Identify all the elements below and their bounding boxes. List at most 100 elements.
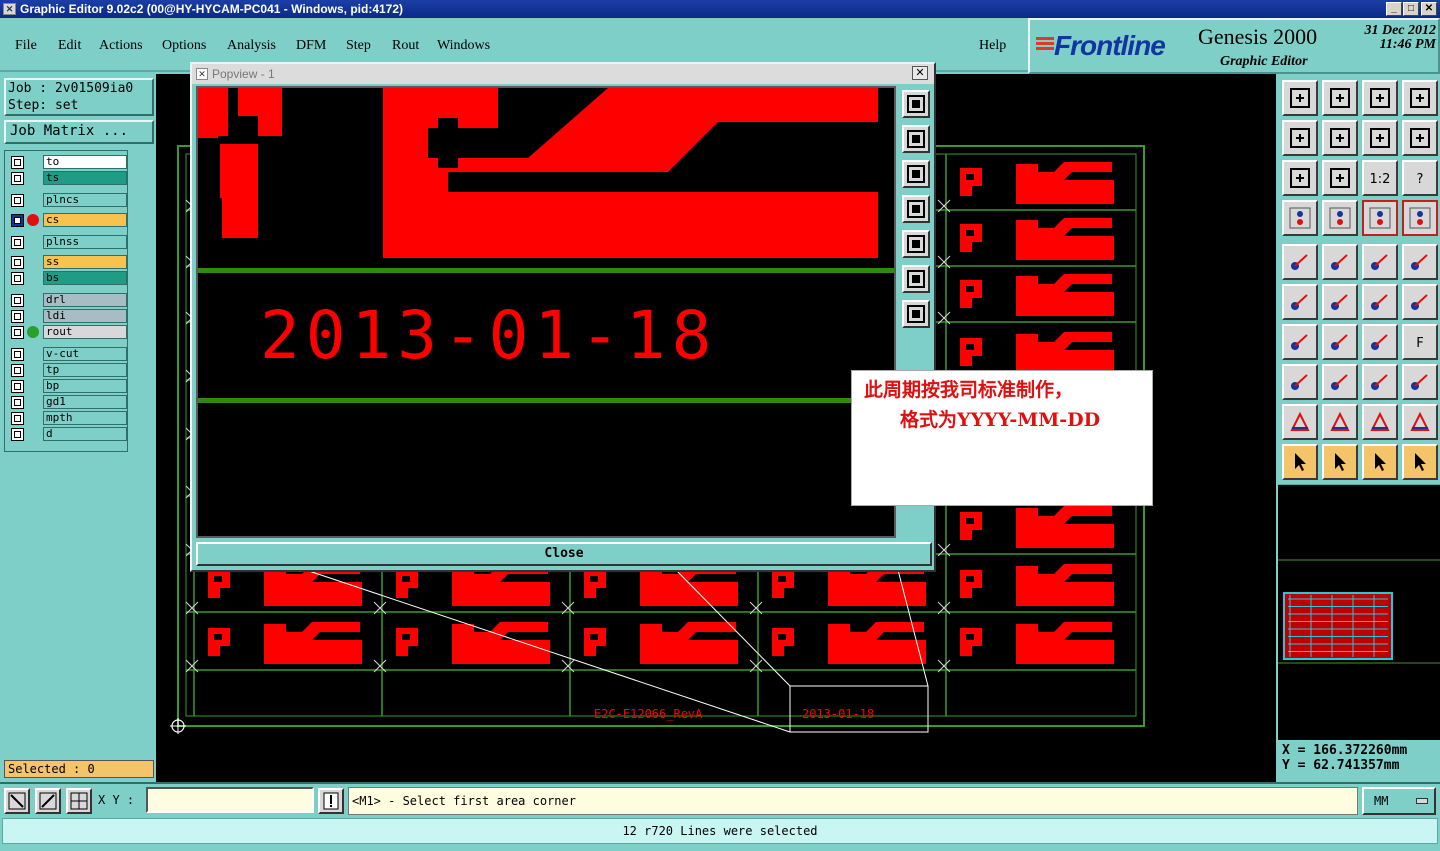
layer-checkbox[interactable] bbox=[11, 194, 24, 207]
measure-icon[interactable] bbox=[1362, 364, 1398, 400]
snap-corner-icon[interactable] bbox=[4, 788, 30, 814]
bar-icon[interactable] bbox=[1322, 364, 1358, 400]
line-add-icon[interactable] bbox=[1362, 284, 1398, 320]
layer-name[interactable]: drl bbox=[43, 293, 127, 307]
layer-row-cs[interactable]: cs bbox=[9, 213, 127, 227]
layer-checkbox[interactable] bbox=[11, 348, 24, 361]
layer-row-plncs[interactable]: plncs bbox=[9, 193, 127, 207]
layer-name[interactable]: v-cut bbox=[43, 347, 127, 361]
expand-icon[interactable] bbox=[902, 265, 930, 293]
window-icon[interactable] bbox=[1402, 80, 1438, 116]
layer-name[interactable]: ts bbox=[43, 171, 127, 185]
menu-analysis[interactable]: Analysis bbox=[227, 38, 276, 54]
layer-row-bs[interactable]: bs bbox=[9, 271, 127, 285]
scroll-icon[interactable] bbox=[1402, 120, 1438, 156]
layer-checkbox[interactable] bbox=[11, 214, 24, 227]
layer-row-ss[interactable]: ss bbox=[9, 255, 127, 269]
menu-file[interactable]: File bbox=[15, 38, 37, 54]
menu-edit[interactable]: Edit bbox=[58, 38, 81, 54]
layer-row-to[interactable]: to bbox=[9, 155, 127, 169]
exclamation-icon[interactable] bbox=[318, 788, 344, 814]
pointer-box-icon[interactable] bbox=[1322, 444, 1358, 480]
circle-icon[interactable] bbox=[1402, 244, 1438, 280]
close-window-button[interactable]: ✕ bbox=[1421, 2, 1437, 16]
layer-name[interactable]: plnss bbox=[43, 235, 127, 249]
menu-options[interactable]: Options bbox=[162, 38, 206, 54]
menu-windows[interactable]: Windows bbox=[437, 38, 490, 54]
maximize-button[interactable]: □ bbox=[1403, 2, 1419, 16]
multi-pad-icon[interactable] bbox=[1402, 364, 1438, 400]
layer-row-ldi[interactable]: ldi bbox=[9, 309, 127, 323]
settings-icon[interactable] bbox=[1282, 200, 1318, 236]
up-arrow-icon[interactable] bbox=[902, 125, 930, 153]
layer-name[interactable]: ldi bbox=[43, 309, 127, 323]
tri-2-icon[interactable] bbox=[1322, 404, 1358, 440]
left-arrow-icon[interactable] bbox=[902, 195, 930, 223]
grid-icon[interactable] bbox=[1322, 200, 1358, 236]
angle-icon[interactable] bbox=[1282, 324, 1318, 360]
pointer-select-icon[interactable] bbox=[1362, 444, 1398, 480]
layer-name[interactable]: gd1 bbox=[43, 395, 127, 409]
layer-name[interactable]: ss bbox=[43, 255, 127, 269]
layer-name[interactable]: plncs bbox=[43, 193, 127, 207]
layer-name[interactable]: tp bbox=[43, 363, 127, 377]
menu-actions[interactable]: Actions bbox=[99, 38, 143, 54]
units-select[interactable]: MM bbox=[1362, 787, 1436, 815]
copy-view-icon[interactable] bbox=[902, 90, 930, 118]
layer-row-plnss[interactable]: plnss bbox=[9, 235, 127, 249]
layer-name[interactable]: mpth bbox=[43, 411, 127, 425]
pad-icon[interactable] bbox=[1282, 244, 1318, 280]
snap-diagonal-icon[interactable] bbox=[35, 788, 61, 814]
right-arrow-icon[interactable] bbox=[902, 230, 930, 258]
pointer-icon[interactable] bbox=[1282, 444, 1318, 480]
layer-checkbox[interactable] bbox=[11, 380, 24, 393]
layer-row-rout[interactable]: rout bbox=[9, 325, 127, 339]
pan-left-icon[interactable] bbox=[1282, 120, 1318, 156]
layer-checkbox[interactable] bbox=[11, 294, 24, 307]
layer-checkbox[interactable] bbox=[11, 272, 24, 285]
layer-name[interactable]: cs bbox=[43, 213, 127, 227]
layer-checkbox[interactable] bbox=[11, 156, 24, 169]
layer-checkbox[interactable] bbox=[11, 428, 24, 441]
grid-snap-icon[interactable] bbox=[66, 788, 92, 814]
xy-input[interactable] bbox=[146, 787, 314, 813]
help-icon[interactable]: ? bbox=[1402, 160, 1438, 196]
layer-row-gd1[interactable]: gd1 bbox=[9, 395, 127, 409]
layer-row-drl[interactable]: drl bbox=[9, 293, 127, 307]
layer-checkbox[interactable] bbox=[11, 172, 24, 185]
text-icon[interactable]: F bbox=[1402, 324, 1438, 360]
route-icon[interactable] bbox=[1322, 244, 1358, 280]
minimize-button[interactable]: _ bbox=[1386, 2, 1402, 16]
tri-3-icon[interactable] bbox=[1362, 404, 1398, 440]
popview-close-button[interactable]: Close bbox=[196, 542, 932, 566]
swap-icon[interactable] bbox=[1362, 120, 1398, 156]
fit-icon[interactable] bbox=[1282, 160, 1318, 196]
tri-4-icon[interactable] bbox=[1402, 404, 1438, 440]
window-title-bar[interactable]: ✕ Graphic Editor 9.02c2 (00@HY-HYCAM-PC0… bbox=[0, 0, 1440, 18]
layer-name[interactable]: rout bbox=[43, 325, 127, 339]
layer-checkbox[interactable] bbox=[11, 256, 24, 269]
popview-close-icon[interactable]: ✕ bbox=[912, 66, 928, 80]
popview-title-bar[interactable]: ✕ Popview - 1 ✕ bbox=[192, 64, 934, 84]
layer-row-d[interactable]: d bbox=[9, 427, 127, 441]
layer-checkbox[interactable] bbox=[11, 396, 24, 409]
layer-name[interactable]: d bbox=[43, 427, 127, 441]
job-matrix-button[interactable]: Job Matrix ... bbox=[4, 120, 154, 144]
page-up-icon[interactable] bbox=[1282, 80, 1318, 116]
arc-icon[interactable] bbox=[1362, 324, 1398, 360]
pointer-net-icon[interactable] bbox=[1402, 444, 1438, 480]
node-icon[interactable] bbox=[1282, 284, 1318, 320]
layer-row-tp[interactable]: tp bbox=[9, 363, 127, 377]
ruler-icon[interactable] bbox=[1362, 244, 1398, 280]
down-arrow-icon[interactable] bbox=[902, 160, 930, 188]
overview-map[interactable] bbox=[1278, 484, 1440, 740]
layer-name[interactable]: to bbox=[43, 155, 127, 169]
cross-icon[interactable] bbox=[1322, 284, 1358, 320]
layer-row-ts[interactable]: ts bbox=[9, 171, 127, 185]
page-down-icon[interactable] bbox=[1322, 80, 1358, 116]
center-icon[interactable] bbox=[1322, 160, 1358, 196]
menu-step[interactable]: Step bbox=[346, 38, 371, 54]
layer-row-vcut[interactable]: v-cut bbox=[9, 347, 127, 361]
layer-checkbox[interactable] bbox=[11, 310, 24, 323]
tri-1-icon[interactable] bbox=[1282, 404, 1318, 440]
